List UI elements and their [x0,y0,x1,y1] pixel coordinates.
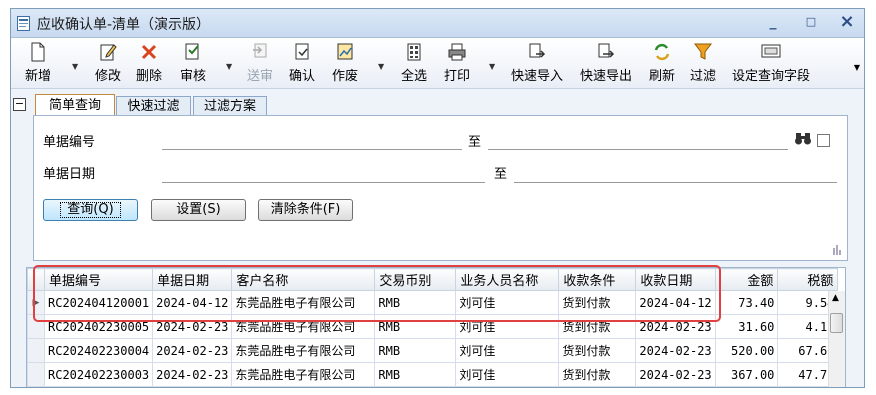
quick-export-button[interactable]: 快速导出 [580,42,632,86]
new-button[interactable]: 新增 [25,42,51,86]
tab-simple-query[interactable]: 简单查询 [35,94,115,116]
close-button[interactable]: × [837,13,857,31]
void-button[interactable]: 作废 [332,42,358,86]
send-review-icon [253,43,267,58]
cell-doc-no[interactable]: RC202402230003 [43,362,154,387]
edit-button[interactable]: 修改 [95,42,121,86]
row-indicator[interactable] [27,362,45,387]
new-doc-icon [31,42,45,62]
refresh-button[interactable]: 刷新 [649,42,675,86]
query-button[interactable]: 查询(Q) [43,199,138,221]
table-row[interactable]: RC202402230003 2024-02-23 东莞品胜电子有限公司 RMB… [27,362,839,387]
cell-doc-date[interactable]: 2024-02-23 [152,362,233,387]
doc-no-to-label: 至 [468,135,482,150]
highlight-annotation-box [33,265,721,322]
tab-filter-plan[interactable]: 过滤方案 [193,96,267,115]
grid-vertical-scrollbar[interactable]: ▲ [828,291,845,387]
set-query-fields-button[interactable]: 设定查询字段 [732,42,810,86]
cell-payment-terms[interactable]: 货到付款 [558,362,637,387]
delete-button[interactable]: 删除 [136,42,162,86]
filter-funnel-icon [694,43,712,60]
window-title: 应收确认单-清单（演示版） [37,17,211,33]
settings-button[interactable]: 设置(S) [151,199,246,221]
table-row[interactable]: RC202402230004 2024-02-23 东莞品胜电子有限公司 RMB… [27,338,839,363]
confirm-icon [295,43,309,60]
query-tabs: − 简单查询 快速过滤 过滤方案 [11,94,864,116]
confirm-button[interactable]: 确认 [289,42,315,86]
cell-doc-date[interactable]: 2024-02-23 [152,338,233,363]
resize-grip-icon[interactable] [831,244,843,256]
toolbar: 新增 ▼ 修改 删除 审核 ▼ 送审 确认 作废 ▼ 全选 打印 ▼ 快速导入 … [11,38,864,89]
tab-quick-filter[interactable]: 快速过滤 [116,96,191,115]
void-icon [337,43,353,60]
cell-doc-no[interactable]: RC202402230004 [43,338,154,363]
cell-amount[interactable]: 520.00 [715,338,779,363]
audit-dropdown-icon[interactable]: ▼ [226,62,232,71]
select-all-button[interactable]: 全选 [401,42,427,86]
document-icon [17,16,30,31]
doc-no-label: 单据编号 [43,135,96,150]
doc-date-label: 单据日期 [43,167,96,182]
cell-amount[interactable]: 367.00 [715,362,779,387]
row-indicator[interactable] [27,338,45,363]
collapse-toggle[interactable]: − [13,98,26,111]
print-button[interactable]: 打印 [444,42,470,86]
new-dropdown-icon[interactable]: ▼ [72,62,78,71]
clear-conditions-button[interactable]: 清除条件(F) [258,199,353,221]
scrollbar-thumb[interactable] [830,313,843,333]
exact-match-checkbox[interactable] [817,134,830,147]
filter-button[interactable]: 过滤 [690,42,716,86]
cell-amount[interactable]: 73.40 [715,290,779,315]
cell-amount[interactable]: 31.60 [715,314,779,339]
doc-no-to-input[interactable] [488,149,788,150]
simple-query-panel: 单据编号 至 单据日期 至 查询(Q) 设置(S) 清除条件(F) [33,115,848,261]
maximize-button[interactable]: □ [801,13,821,31]
cell-customer[interactable]: 东莞品胜电子有限公司 [231,362,376,387]
scroll-up-icon[interactable]: ▲ [832,293,839,303]
doc-date-from-input[interactable] [162,182,485,183]
audit-icon [185,43,199,60]
export-icon [598,43,615,58]
printer-icon [448,43,466,61]
void-dropdown-icon[interactable]: ▼ [378,62,384,71]
binoculars-icon[interactable] [794,132,812,146]
cell-currency[interactable]: RMB [374,362,457,387]
doc-date-to-label: 至 [494,167,508,182]
edit-icon [100,44,117,61]
refresh-icon [654,43,670,61]
delete-icon [141,44,157,60]
quick-import-button[interactable]: 快速导入 [511,42,563,86]
toolbar-overflow-icon[interactable]: ▼ [854,63,860,72]
print-dropdown-icon[interactable]: ▼ [489,62,495,71]
column-header-amount[interactable]: 金额 [715,268,779,291]
audit-button[interactable]: 审核 [180,42,206,86]
doc-date-to-input[interactable] [514,182,837,183]
cell-receipt-date[interactable]: 2024-02-23 [635,362,717,387]
query-button-label: 查询(Q) [60,202,121,218]
cell-salesperson[interactable]: 刘可佳 [455,338,560,363]
title-bar: 应收确认单-清单（演示版） _ □ × [11,9,864,38]
import-icon [529,43,546,58]
doc-no-from-input[interactable] [162,149,462,150]
cell-currency[interactable]: RMB [374,338,457,363]
app-window: 应收确认单-清单（演示版） _ □ × 新增 ▼ 修改 删除 审核 ▼ 送审 确 [10,8,865,388]
cell-payment-terms[interactable]: 货到付款 [558,338,637,363]
query-fields-icon [761,44,781,58]
select-all-icon [407,43,421,61]
minimize-button[interactable]: _ [763,13,783,31]
cell-receipt-date[interactable]: 2024-02-23 [635,338,717,363]
cell-salesperson[interactable]: 刘可佳 [455,362,560,387]
cell-customer[interactable]: 东莞品胜电子有限公司 [231,338,376,363]
column-header-tax[interactable]: 税额 [777,268,839,291]
send-review-button[interactable]: 送审 [247,42,273,86]
